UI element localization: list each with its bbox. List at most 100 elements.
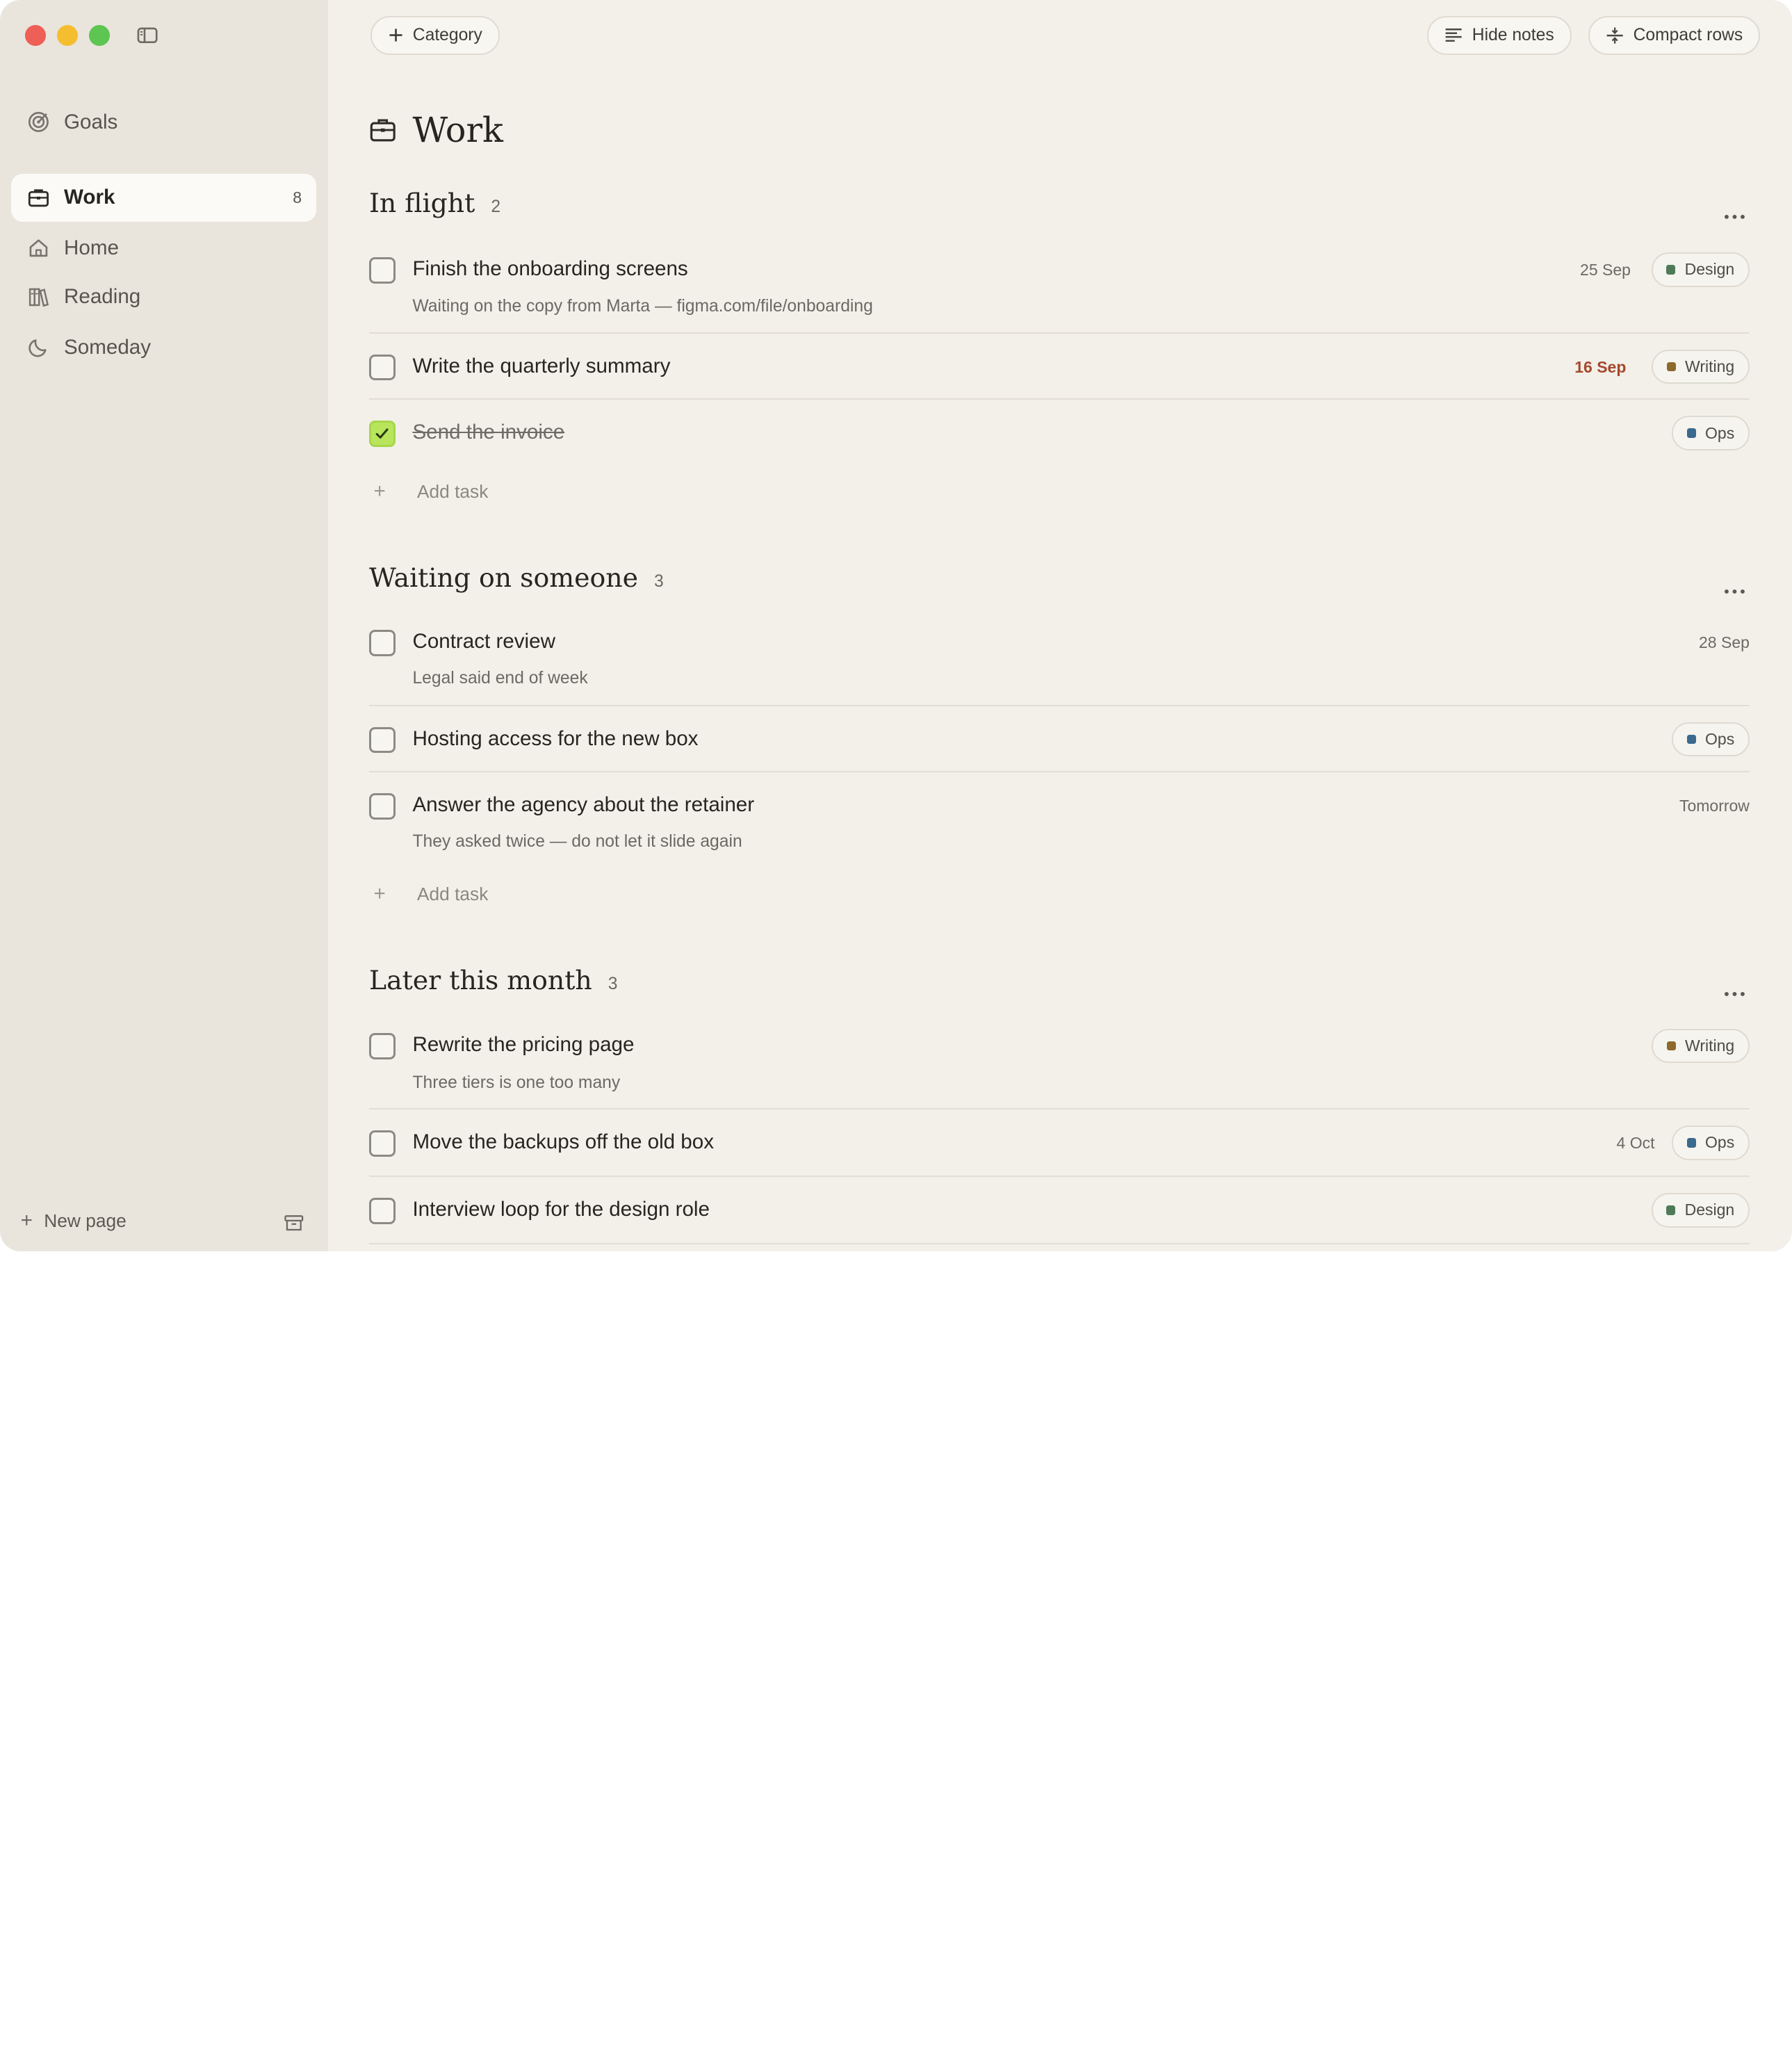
add-task-button[interactable]: + Add task [369, 480, 489, 503]
section-count: 2 [491, 197, 501, 216]
page-title-text: Work [412, 109, 503, 150]
task-row[interactable]: Send the invoice Ops [368, 400, 1750, 466]
checkmark-icon [375, 428, 389, 439]
task-checkbox[interactable] [368, 792, 396, 820]
tag-label: Writing [1685, 357, 1735, 376]
add-category-label: Category [412, 25, 482, 44]
hide-notes-button[interactable]: Hide notes [1427, 16, 1572, 55]
task-due-date: 28 Sep [1699, 633, 1750, 651]
section-more-icon[interactable] [1723, 981, 1746, 996]
target-icon [27, 111, 50, 133]
tag-label: Ops [1705, 1133, 1735, 1152]
briefcase-icon [27, 186, 50, 209]
task-row[interactable]: Hosting access for the new box Ops [368, 706, 1750, 773]
task-checkbox[interactable] [368, 1130, 396, 1157]
add-task-label: Add task [417, 480, 489, 502]
task-title[interactable]: Interview loop for the design role [412, 1198, 709, 1221]
archive-icon[interactable] [284, 1214, 304, 1232]
tag-color-dot [1686, 428, 1696, 438]
zoom-window-button[interactable] [89, 25, 110, 46]
task-row[interactable]: Contract review Legal said end of week 2… [368, 618, 1750, 706]
task-title[interactable]: Move the backups off the old box [412, 1130, 714, 1154]
books-icon [27, 286, 50, 309]
task-row[interactable]: Write the quarterly summary 16 Sep Writi… [368, 334, 1750, 400]
add-task-label: Add task [417, 883, 489, 904]
plus-icon: + [373, 480, 386, 503]
notes-lines-icon [1445, 29, 1462, 42]
tag-color-dot [1666, 1041, 1676, 1050]
task-checkbox[interactable] [368, 726, 396, 754]
section-header: Later this month 3 [369, 965, 618, 995]
task-tag[interactable]: Ops [1672, 416, 1750, 450]
task-tag[interactable]: Design [1651, 252, 1750, 287]
task-tag[interactable]: Ops [1672, 722, 1750, 757]
section-count: 3 [653, 571, 664, 591]
section-count: 3 [608, 974, 618, 993]
plus-icon: + [373, 882, 386, 906]
task-checkbox[interactable] [368, 1197, 396, 1224]
task-tag[interactable]: Writing [1652, 350, 1750, 384]
task-checkbox-checked[interactable] [368, 420, 396, 447]
sidebar-item-label: Reading [64, 285, 141, 309]
section-more-icon[interactable] [1723, 578, 1746, 594]
tag-color-dot [1666, 1205, 1676, 1215]
sidebar-item-someday[interactable]: Someday [11, 323, 316, 371]
minimize-window-button[interactable] [57, 25, 78, 46]
compress-icon [1606, 27, 1623, 44]
close-window-button[interactable] [25, 25, 46, 46]
sidebar-item-home[interactable]: Home [11, 224, 316, 272]
compact-rows-label: Compact rows [1633, 25, 1743, 44]
task-checkbox[interactable] [368, 1033, 396, 1059]
house-icon [27, 236, 50, 259]
task-row[interactable]: Move the backups off the old box 4 Oct O… [368, 1109, 1750, 1178]
briefcase-icon [370, 119, 396, 142]
add-category-button[interactable]: Category [370, 16, 500, 55]
sidebar-item-goals[interactable]: Goals [11, 98, 316, 146]
sidebar-item-label: Someday [64, 335, 152, 359]
task-tag[interactable]: Writing [1652, 1028, 1750, 1063]
task-checkbox[interactable] [368, 354, 396, 381]
task-row[interactable]: Answer the agency about the retainer The… [368, 772, 1750, 864]
task-title[interactable]: Write the quarterly summary [412, 355, 670, 378]
item-count: 8 [293, 188, 302, 206]
section-header: In flight 2 [369, 188, 500, 218]
plus-icon [389, 29, 402, 42]
hide-notes-label: Hide notes [1472, 25, 1554, 44]
sidebar-item-label: Home [64, 236, 119, 259]
tag-label: Writing [1685, 1036, 1735, 1055]
tag-color-dot [1666, 265, 1676, 275]
task-checkbox[interactable] [368, 257, 396, 284]
section-title: In flight [368, 187, 475, 218]
compact-rows-button[interactable]: Compact rows [1588, 16, 1761, 55]
tag-color-dot [1686, 1138, 1696, 1148]
sidebar-item-reading[interactable]: Reading [11, 273, 316, 321]
app-frame: Goals Work 8 Home Reading Someday + New … [0, 0, 1792, 1252]
task-title[interactable]: Contract review [412, 630, 555, 653]
main-content: Category Hide notes Compact rows Work In… [328, 0, 1792, 1251]
moon-icon [27, 336, 50, 359]
task-tag[interactable]: Ops [1672, 1125, 1750, 1160]
task-title[interactable]: Hosting access for the new box [412, 727, 698, 751]
sidebar-item-label: Goals [64, 110, 118, 133]
task-due-date: 25 Sep [1580, 260, 1631, 279]
section-more-icon[interactable] [1723, 204, 1746, 219]
task-row[interactable]: Finish the onboarding screens Waiting on… [368, 245, 1750, 334]
sidebar-item-work[interactable]: Work 8 [11, 173, 317, 222]
task-title[interactable]: Finish the onboarding screens [412, 257, 687, 281]
task-tag[interactable]: Design [1651, 1193, 1750, 1228]
add-task-button[interactable]: + Add task [369, 882, 489, 906]
sidebar-item-label: Work [64, 186, 115, 209]
new-page-button[interactable]: + New page [21, 1209, 127, 1233]
sidebar-toggle-icon[interactable] [135, 25, 160, 46]
task-title[interactable]: Answer the agency about the retainer [412, 793, 754, 817]
task-due-date: Tomorrow [1679, 796, 1750, 815]
task-title[interactable]: Rewrite the pricing page [412, 1033, 634, 1057]
tag-color-dot [1666, 362, 1676, 372]
task-note: Legal said end of week [412, 668, 588, 688]
task-checkbox[interactable] [368, 629, 396, 656]
section-header: Waiting on someone 3 [369, 562, 664, 593]
task-title[interactable]: Send the invoice [412, 421, 564, 444]
task-row[interactable]: Rewrite the pricing page Three tiers is … [368, 1021, 1750, 1110]
task-row[interactable]: Interview loop for the design role Desig… [368, 1177, 1750, 1245]
tag-color-dot [1686, 735, 1696, 745]
